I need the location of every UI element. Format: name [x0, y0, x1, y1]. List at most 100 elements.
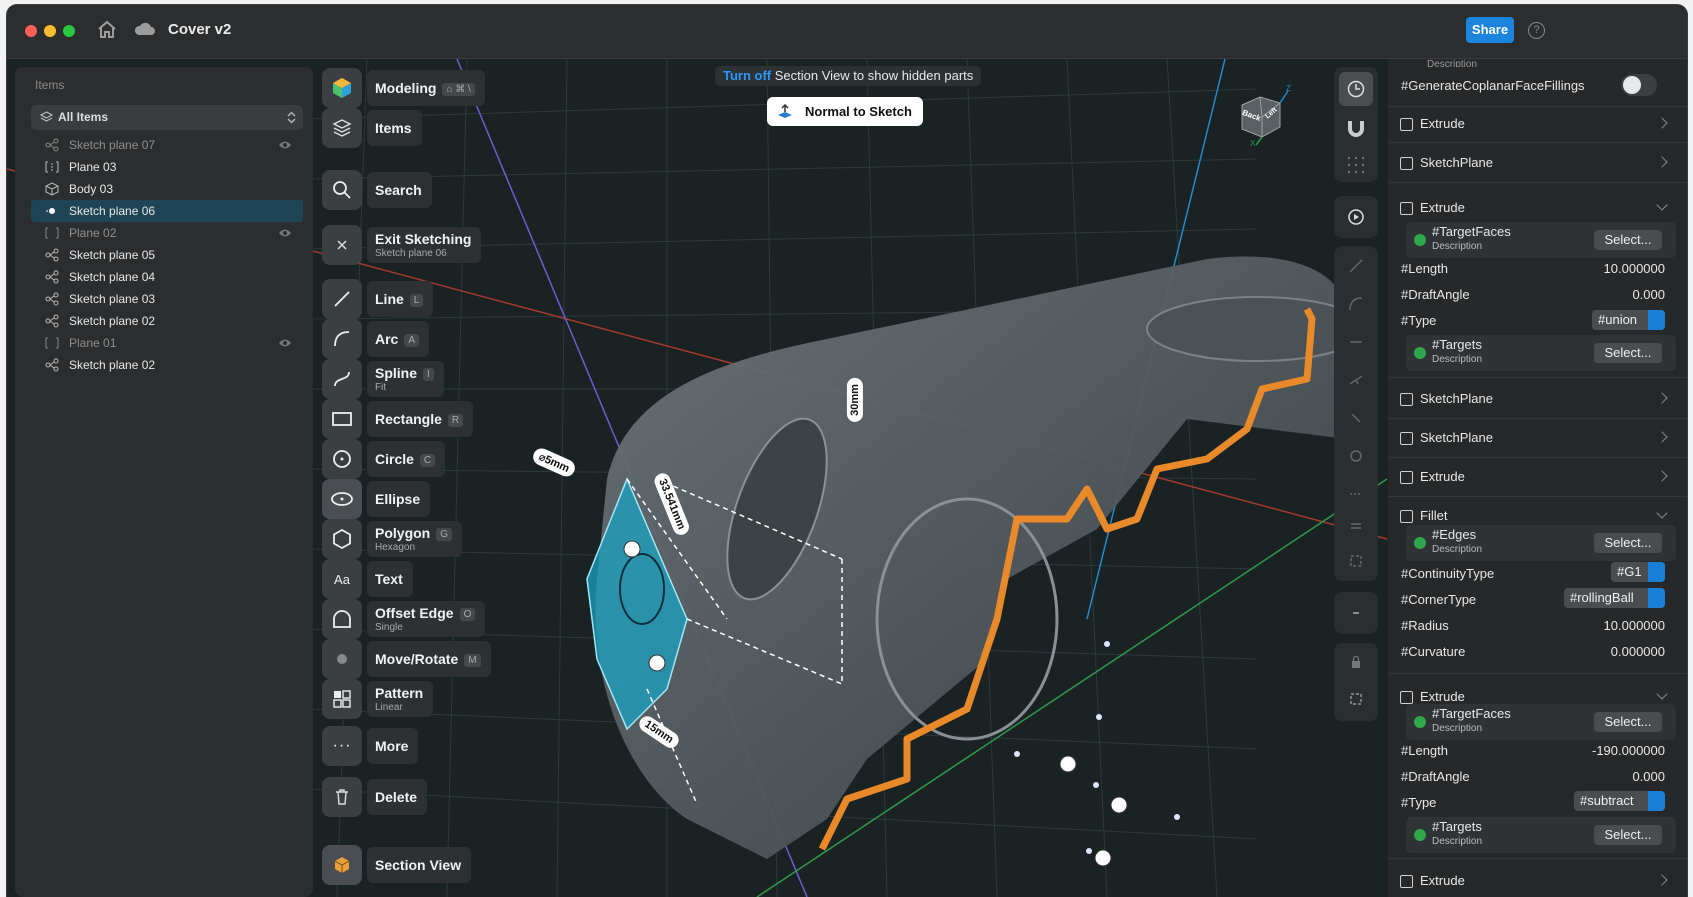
tree-item-plane-01[interactable]: Plane 01: [31, 332, 303, 354]
minus-icon: [1353, 612, 1359, 614]
draft-angle-value-2[interactable]: 0.000: [1547, 769, 1665, 784]
tree-item-sketch-plane-07[interactable]: Sketch plane 07: [31, 134, 303, 156]
sketch-icon: [45, 270, 59, 284]
frame-select-icon[interactable]: [1348, 691, 1364, 707]
minimize-window-button[interactable]: [44, 25, 56, 37]
corner-type-dropdown[interactable]: #rollingBall: [1564, 588, 1665, 608]
grid-snap-icon[interactable]: [1346, 155, 1366, 175]
generate-coplanar-label: #GenerateCoplanarFaceFillings: [1401, 78, 1585, 93]
view-cube[interactable]: Back Left Z X: [1232, 84, 1292, 148]
feature-sketchplane-3[interactable]: SketchPlane: [1388, 426, 1687, 450]
target-faces-description: Description: [1432, 241, 1483, 252]
tree-item-sketch-plane-05[interactable]: Sketch plane 05: [31, 244, 303, 266]
tangent-constraint-icon[interactable]: [1348, 296, 1364, 312]
line-constraint-icon[interactable]: [1348, 258, 1364, 274]
eye-icon[interactable]: [278, 228, 292, 238]
feature-checkbox[interactable]: [1400, 157, 1413, 170]
sketch-icon: [45, 292, 59, 306]
tool-modeling-label: Modeling: [375, 80, 437, 96]
feature-extrude-5[interactable]: Extrude: [1388, 869, 1687, 893]
zoom-out-button[interactable]: [1334, 592, 1378, 634]
share-button[interactable]: Share: [1466, 17, 1514, 43]
lock-icon[interactable]: [1350, 655, 1362, 669]
feature-checkbox[interactable]: [1400, 691, 1413, 704]
feature-checkbox[interactable]: [1400, 510, 1413, 523]
eye-icon[interactable]: [278, 140, 292, 150]
feature-fillet[interactable]: Fillet: [1388, 507, 1687, 527]
playback-button[interactable]: [1334, 196, 1378, 238]
type-dropdown-value: #union: [1598, 312, 1638, 327]
eye-icon[interactable]: [278, 338, 292, 348]
feature-checkbox[interactable]: [1400, 471, 1413, 484]
tree-item-sketch-plane-03[interactable]: Sketch plane 03: [31, 288, 303, 310]
fix-constraint-icon[interactable]: [1348, 553, 1364, 569]
coincident-constraint-icon[interactable]: [1348, 410, 1364, 426]
tool-offset-edge-sub: Single: [375, 622, 403, 633]
play-icon: [1348, 209, 1364, 225]
check-icon: [1414, 234, 1426, 246]
sketch-icon: [46, 208, 55, 214]
midpoint-constraint-icon[interactable]: [1348, 486, 1364, 502]
tree-item-sketch-plane-04[interactable]: Sketch plane 04: [31, 266, 303, 288]
targets-select-button[interactable]: Select...: [1594, 343, 1662, 363]
close-window-button[interactable]: [25, 25, 37, 37]
feature-checkbox[interactable]: [1400, 118, 1413, 131]
equal-constraint-icon[interactable]: [1348, 518, 1364, 534]
items-layers-icon: [322, 108, 362, 148]
dimension-length-2[interactable]: 30mm: [846, 378, 863, 422]
search-icon: [322, 170, 362, 210]
draft-angle-value[interactable]: 0.000: [1547, 287, 1665, 302]
feature-extrude-1[interactable]: Extrude: [1388, 112, 1687, 136]
rectangle-icon: [322, 399, 362, 439]
radius-value[interactable]: 10.000000: [1547, 618, 1665, 633]
curvature-value[interactable]: 0.000000: [1547, 644, 1665, 659]
length-label-2: #Length: [1401, 743, 1448, 758]
normal-to-sketch-button[interactable]: Normal to Sketch: [767, 97, 923, 126]
feature-checkbox[interactable]: [1400, 875, 1413, 888]
ellipse-icon: [322, 479, 362, 519]
cloud-icon[interactable]: [134, 21, 156, 36]
target-faces-select-button-2[interactable]: Select...: [1594, 712, 1662, 732]
magnet-icon[interactable]: [1347, 119, 1365, 139]
tree-item-plane-03[interactable]: Plane 03: [31, 156, 303, 178]
home-icon[interactable]: [97, 20, 117, 39]
type-dropdown-2[interactable]: #subtract: [1574, 791, 1665, 811]
tree-item-sketch-plane-02[interactable]: Sketch plane 02: [31, 310, 303, 332]
concentric-constraint-icon[interactable]: [1348, 448, 1364, 464]
feature-sketchplane-2[interactable]: SketchPlane: [1388, 387, 1687, 411]
continuity-type-dropdown[interactable]: #G1: [1611, 562, 1665, 582]
tree-item-plane-02[interactable]: Plane 02: [31, 222, 303, 244]
type-dropdown[interactable]: #union: [1592, 310, 1665, 330]
history-button[interactable]: [1339, 72, 1373, 106]
help-icon[interactable]: ?: [1528, 22, 1545, 39]
items-filter-label: All Items: [58, 110, 109, 124]
sketch-icon: [45, 138, 59, 152]
tree-item-body-03[interactable]: Body 03: [31, 178, 303, 200]
perpendicular-constraint-icon[interactable]: [1348, 372, 1364, 388]
generate-coplanar-toggle[interactable]: [1621, 74, 1657, 96]
continuity-type-value: #G1: [1617, 564, 1642, 579]
feature-checkbox[interactable]: [1400, 393, 1413, 406]
feature-name: Extrude: [1420, 689, 1465, 704]
zoom-window-button[interactable]: [63, 25, 75, 37]
tree-item-sketch-plane-06[interactable]: Sketch plane 06: [31, 200, 303, 222]
feature-checkbox[interactable]: [1400, 432, 1413, 445]
chevron-down-icon: [1656, 507, 1668, 519]
tool-line-label: Line: [375, 291, 404, 307]
tree-item-sketch-plane-02b[interactable]: Sketch plane 02: [31, 354, 303, 376]
horizontal-constraint-icon[interactable]: [1348, 334, 1364, 350]
turn-off-link[interactable]: Turn off: [723, 68, 771, 83]
target-faces-select-button[interactable]: Select...: [1594, 230, 1662, 250]
length-value-2[interactable]: -190.000000: [1547, 743, 1665, 758]
feature-extrude-3[interactable]: Extrude: [1388, 465, 1687, 489]
modeling-mode-icon: [322, 68, 362, 108]
feature-sketchplane-1[interactable]: SketchPlane: [1388, 151, 1687, 175]
feature-extrude-2[interactable]: Extrude: [1388, 199, 1687, 219]
length-value[interactable]: 10.000000: [1547, 261, 1665, 276]
targets-select-button-2[interactable]: Select...: [1594, 825, 1662, 845]
edges-select-button[interactable]: Select...: [1594, 533, 1662, 553]
normal-to-sketch-icon: [778, 104, 792, 118]
feature-checkbox[interactable]: [1400, 202, 1413, 215]
edges-label: #Edges: [1432, 527, 1477, 542]
items-filter-select[interactable]: All Items: [31, 105, 303, 130]
